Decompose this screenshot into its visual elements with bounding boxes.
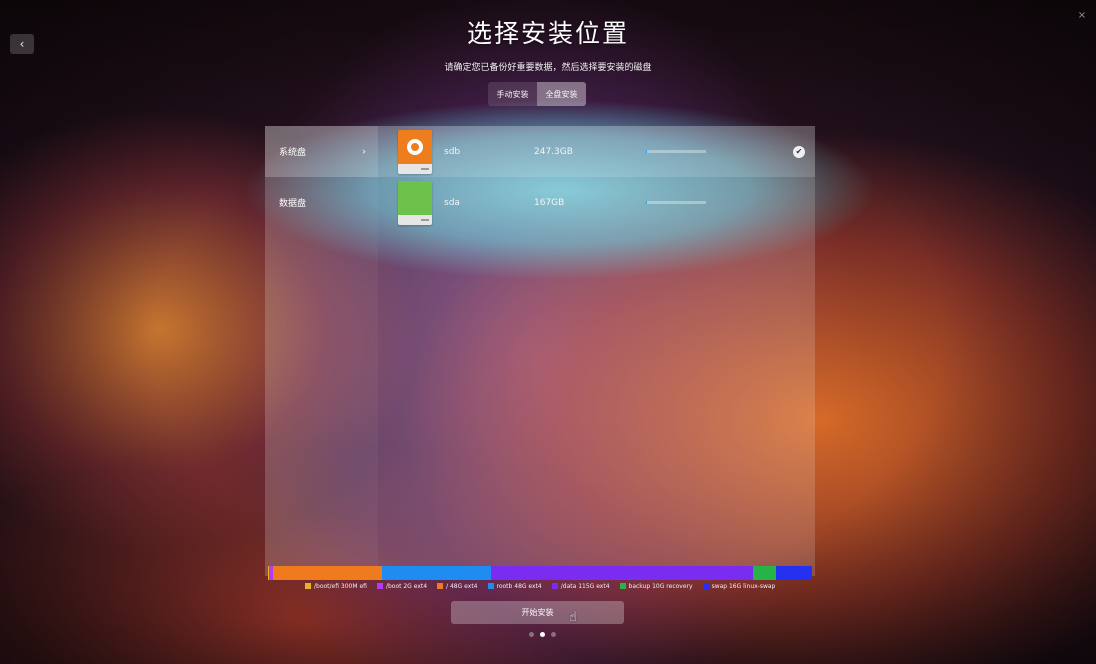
sidebar-item-data-disk[interactable]: 数据盘 [265,177,378,228]
tab-full-disk-install[interactable]: 全盘安装 [537,82,586,106]
install-mode-tabs: 手动安装 全盘安装 [488,82,586,106]
disk-name: sdb [444,146,461,157]
page-dot[interactable] [528,632,534,637]
legend-label: /boot 2G ext4 [385,582,428,590]
disk-size: 247.3GB [534,146,573,157]
sidebar-item-label: 系统盘 [279,148,307,158]
legend-swatch [305,583,311,589]
partition-segment [273,566,383,580]
legend-item: /data 115G ext4 [551,580,610,592]
legend-swatch [437,583,444,589]
legend-swatch [487,583,494,589]
disk-name: sda [444,197,460,208]
start-install-button[interactable]: 开始安装 [451,601,624,624]
page-dot[interactable] [539,632,545,637]
legend-label: /boot/efi 300M efi [314,582,367,590]
disk-size: 167GB [534,197,565,208]
legend-label: backup 10G recovery [628,582,693,590]
tab-manual-install[interactable]: 手动安装 [488,82,537,106]
legend-swatch [619,583,626,589]
partition-segment [491,566,753,580]
partition-segment [775,566,812,580]
disk-row-sda[interactable]: sda 167GB [378,177,815,228]
legend-item: swap 16G linux-swap [702,580,776,592]
deepin-logo-icon [398,129,432,174]
page-title: 选择安装位置 [466,19,629,48]
legend-label: rootb 48G ext4 [496,582,542,590]
legend-label: / 48G ext4 [446,582,478,590]
legend-swatch [551,583,558,589]
disk-type-sidebar: 系统盘 › 数据盘 [265,126,378,576]
disk-icon [398,180,432,225]
disk-usage-bar [646,150,706,153]
legend-item: /boot/efi 300M efi [305,580,367,592]
page-indicator [522,632,562,640]
legend-item: / 48G ext4 [437,580,478,592]
disk-usage-bar [646,201,706,204]
partition-segment [382,566,492,580]
legend-swatch [702,583,709,589]
disk-row-sdb[interactable]: sdb 247.3GB ✔ [378,126,815,177]
legend-item: /boot 2G ext4 [376,580,428,592]
partition-bar [268,566,812,580]
legend-label: /data 115G ext4 [560,582,610,590]
check-icon: ✔ [793,145,805,158]
partition-legend: /boot/efi 300M efi/boot 2G ext4 / 48G ext… [305,580,805,592]
legend-item: backup 10G recovery [619,580,693,592]
page-subtitle: 请确定您已备份好重要数据，然后选择要安装的磁盘 [444,63,652,73]
legend-label: swap 16G linux-swap [711,582,776,590]
hand-cursor-icon: ☝ [569,610,577,625]
legend-swatch [376,583,383,589]
chevron-right-icon: › [362,146,366,157]
partition-segment [752,566,776,580]
page-dot[interactable] [550,632,556,637]
legend-item: rootb 48G ext4 [487,580,542,592]
disk-selection-panel: 系统盘 › 数据盘 sdb 247.3GB ✔ sda 167GB [265,126,815,576]
sidebar-item-label: 数据盘 [279,199,307,209]
sidebar-item-system-disk[interactable]: 系统盘 › [265,126,378,177]
